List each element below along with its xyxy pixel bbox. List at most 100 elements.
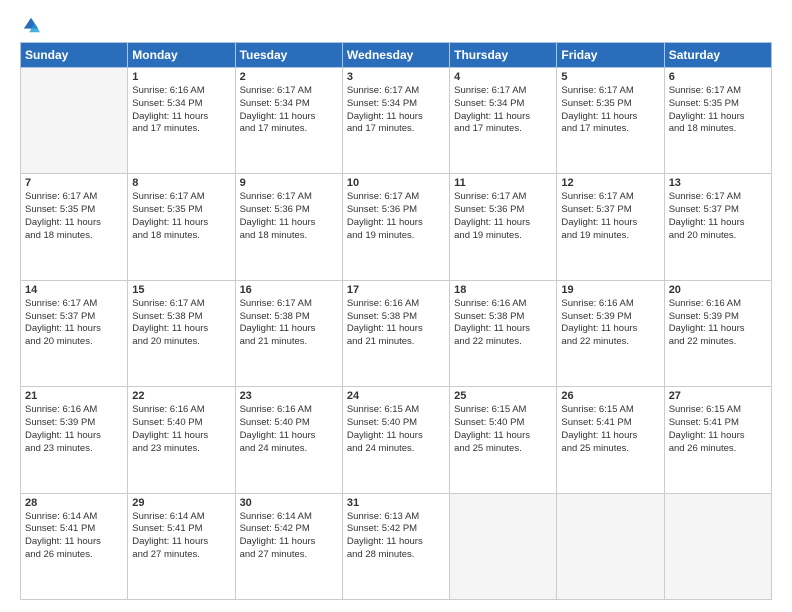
cell-info-line: and 27 minutes. <box>132 549 230 562</box>
cell-info-line: Sunset: 5:40 PM <box>240 417 338 430</box>
header <box>20 16 772 34</box>
cell-info-line: Sunrise: 6:17 AM <box>669 85 767 98</box>
cell-info-line: Daylight: 11 hours <box>240 536 338 549</box>
calendar-cell: 1Sunrise: 6:16 AMSunset: 5:34 PMDaylight… <box>128 68 235 174</box>
cell-info-line: Sunset: 5:34 PM <box>347 98 445 111</box>
weekday-header: Sunday <box>21 43 128 68</box>
cell-info-line: Daylight: 11 hours <box>240 430 338 443</box>
calendar-cell: 3Sunrise: 6:17 AMSunset: 5:34 PMDaylight… <box>342 68 449 174</box>
cell-info-line: and 24 minutes. <box>347 443 445 456</box>
day-number: 19 <box>561 284 659 296</box>
cell-info-line: and 19 minutes. <box>454 230 552 243</box>
cell-info-line: Sunrise: 6:17 AM <box>669 191 767 204</box>
calendar-cell: 24Sunrise: 6:15 AMSunset: 5:40 PMDayligh… <box>342 387 449 493</box>
calendar-cell: 16Sunrise: 6:17 AMSunset: 5:38 PMDayligh… <box>235 280 342 386</box>
calendar-cell: 26Sunrise: 6:15 AMSunset: 5:41 PMDayligh… <box>557 387 664 493</box>
cell-info-line: Sunrise: 6:16 AM <box>132 404 230 417</box>
cell-info-line: Sunset: 5:35 PM <box>25 204 123 217</box>
cell-info-line: Sunset: 5:41 PM <box>561 417 659 430</box>
calendar-cell: 4Sunrise: 6:17 AMSunset: 5:34 PMDaylight… <box>450 68 557 174</box>
cell-info-line: and 18 minutes. <box>25 230 123 243</box>
cell-info-line: Daylight: 11 hours <box>347 430 445 443</box>
cell-info-line: Sunset: 5:41 PM <box>25 523 123 536</box>
cell-info-line: and 21 minutes. <box>240 336 338 349</box>
cell-info-line: Sunset: 5:38 PM <box>240 311 338 324</box>
cell-info-line: and 17 minutes. <box>132 123 230 136</box>
calendar-cell <box>450 493 557 599</box>
calendar-cell: 25Sunrise: 6:15 AMSunset: 5:40 PMDayligh… <box>450 387 557 493</box>
cell-info-line: Sunrise: 6:17 AM <box>25 298 123 311</box>
cell-info-line: Sunrise: 6:16 AM <box>669 298 767 311</box>
calendar-week-row: 1Sunrise: 6:16 AMSunset: 5:34 PMDaylight… <box>21 68 772 174</box>
cell-info-line: and 23 minutes. <box>132 443 230 456</box>
cell-info-line: and 17 minutes. <box>347 123 445 136</box>
cell-info-line: Daylight: 11 hours <box>454 111 552 124</box>
cell-info-line: Daylight: 11 hours <box>347 323 445 336</box>
cell-info-line: Sunset: 5:37 PM <box>25 311 123 324</box>
cell-info-line: and 20 minutes. <box>669 230 767 243</box>
cell-info-line: Daylight: 11 hours <box>347 111 445 124</box>
cell-info-line: Sunrise: 6:17 AM <box>561 85 659 98</box>
day-number: 8 <box>132 177 230 189</box>
calendar-cell: 29Sunrise: 6:14 AMSunset: 5:41 PMDayligh… <box>128 493 235 599</box>
calendar-cell <box>21 68 128 174</box>
cell-info-line: Daylight: 11 hours <box>454 323 552 336</box>
day-number: 23 <box>240 390 338 402</box>
cell-info-line: Sunset: 5:42 PM <box>347 523 445 536</box>
cell-info-line: Sunset: 5:35 PM <box>669 98 767 111</box>
day-number: 30 <box>240 497 338 509</box>
cell-info-line: Daylight: 11 hours <box>240 217 338 230</box>
cell-info-line: Daylight: 11 hours <box>132 217 230 230</box>
cell-info-line: Daylight: 11 hours <box>132 111 230 124</box>
day-number: 16 <box>240 284 338 296</box>
cell-info-line: Sunrise: 6:17 AM <box>240 85 338 98</box>
day-number: 1 <box>132 71 230 83</box>
cell-info-line: and 25 minutes. <box>561 443 659 456</box>
calendar-cell: 13Sunrise: 6:17 AMSunset: 5:37 PMDayligh… <box>664 174 771 280</box>
calendar-cell: 17Sunrise: 6:16 AMSunset: 5:38 PMDayligh… <box>342 280 449 386</box>
day-number: 24 <box>347 390 445 402</box>
calendar-cell: 19Sunrise: 6:16 AMSunset: 5:39 PMDayligh… <box>557 280 664 386</box>
cell-info-line: and 21 minutes. <box>347 336 445 349</box>
day-number: 31 <box>347 497 445 509</box>
cell-info-line: and 28 minutes. <box>347 549 445 562</box>
calendar-cell: 21Sunrise: 6:16 AMSunset: 5:39 PMDayligh… <box>21 387 128 493</box>
calendar-cell: 10Sunrise: 6:17 AMSunset: 5:36 PMDayligh… <box>342 174 449 280</box>
calendar-cell: 11Sunrise: 6:17 AMSunset: 5:36 PMDayligh… <box>450 174 557 280</box>
cell-info-line: and 18 minutes. <box>132 230 230 243</box>
calendar-week-row: 7Sunrise: 6:17 AMSunset: 5:35 PMDaylight… <box>21 174 772 280</box>
cell-info-line: Sunrise: 6:17 AM <box>454 85 552 98</box>
calendar-cell: 22Sunrise: 6:16 AMSunset: 5:40 PMDayligh… <box>128 387 235 493</box>
cell-info-line: Sunrise: 6:16 AM <box>454 298 552 311</box>
cell-info-line: and 23 minutes. <box>25 443 123 456</box>
weekday-header: Tuesday <box>235 43 342 68</box>
cell-info-line: Sunset: 5:35 PM <box>132 204 230 217</box>
cell-info-line: Sunrise: 6:17 AM <box>240 298 338 311</box>
cell-info-line: Sunset: 5:34 PM <box>132 98 230 111</box>
cell-info-line: Sunset: 5:40 PM <box>347 417 445 430</box>
cell-info-line: Sunset: 5:39 PM <box>561 311 659 324</box>
cell-info-line: Sunset: 5:40 PM <box>132 417 230 430</box>
calendar-cell: 6Sunrise: 6:17 AMSunset: 5:35 PMDaylight… <box>664 68 771 174</box>
cell-info-line: and 19 minutes. <box>561 230 659 243</box>
day-number: 25 <box>454 390 552 402</box>
cell-info-line: Sunrise: 6:17 AM <box>347 191 445 204</box>
cell-info-line: Sunset: 5:38 PM <box>454 311 552 324</box>
cell-info-line: Sunrise: 6:14 AM <box>25 511 123 524</box>
cell-info-line: Daylight: 11 hours <box>454 430 552 443</box>
cell-info-line: Sunrise: 6:16 AM <box>347 298 445 311</box>
cell-info-line: Daylight: 11 hours <box>132 536 230 549</box>
cell-info-line: Sunset: 5:41 PM <box>132 523 230 536</box>
cell-info-line: Daylight: 11 hours <box>561 111 659 124</box>
day-number: 27 <box>669 390 767 402</box>
day-number: 5 <box>561 71 659 83</box>
cell-info-line: Daylight: 11 hours <box>132 430 230 443</box>
cell-info-line: Sunset: 5:39 PM <box>25 417 123 430</box>
day-number: 17 <box>347 284 445 296</box>
weekday-header: Thursday <box>450 43 557 68</box>
calendar-week-row: 14Sunrise: 6:17 AMSunset: 5:37 PMDayligh… <box>21 280 772 386</box>
cell-info-line: and 26 minutes. <box>25 549 123 562</box>
cell-info-line: and 19 minutes. <box>347 230 445 243</box>
cell-info-line: and 26 minutes. <box>669 443 767 456</box>
day-number: 18 <box>454 284 552 296</box>
